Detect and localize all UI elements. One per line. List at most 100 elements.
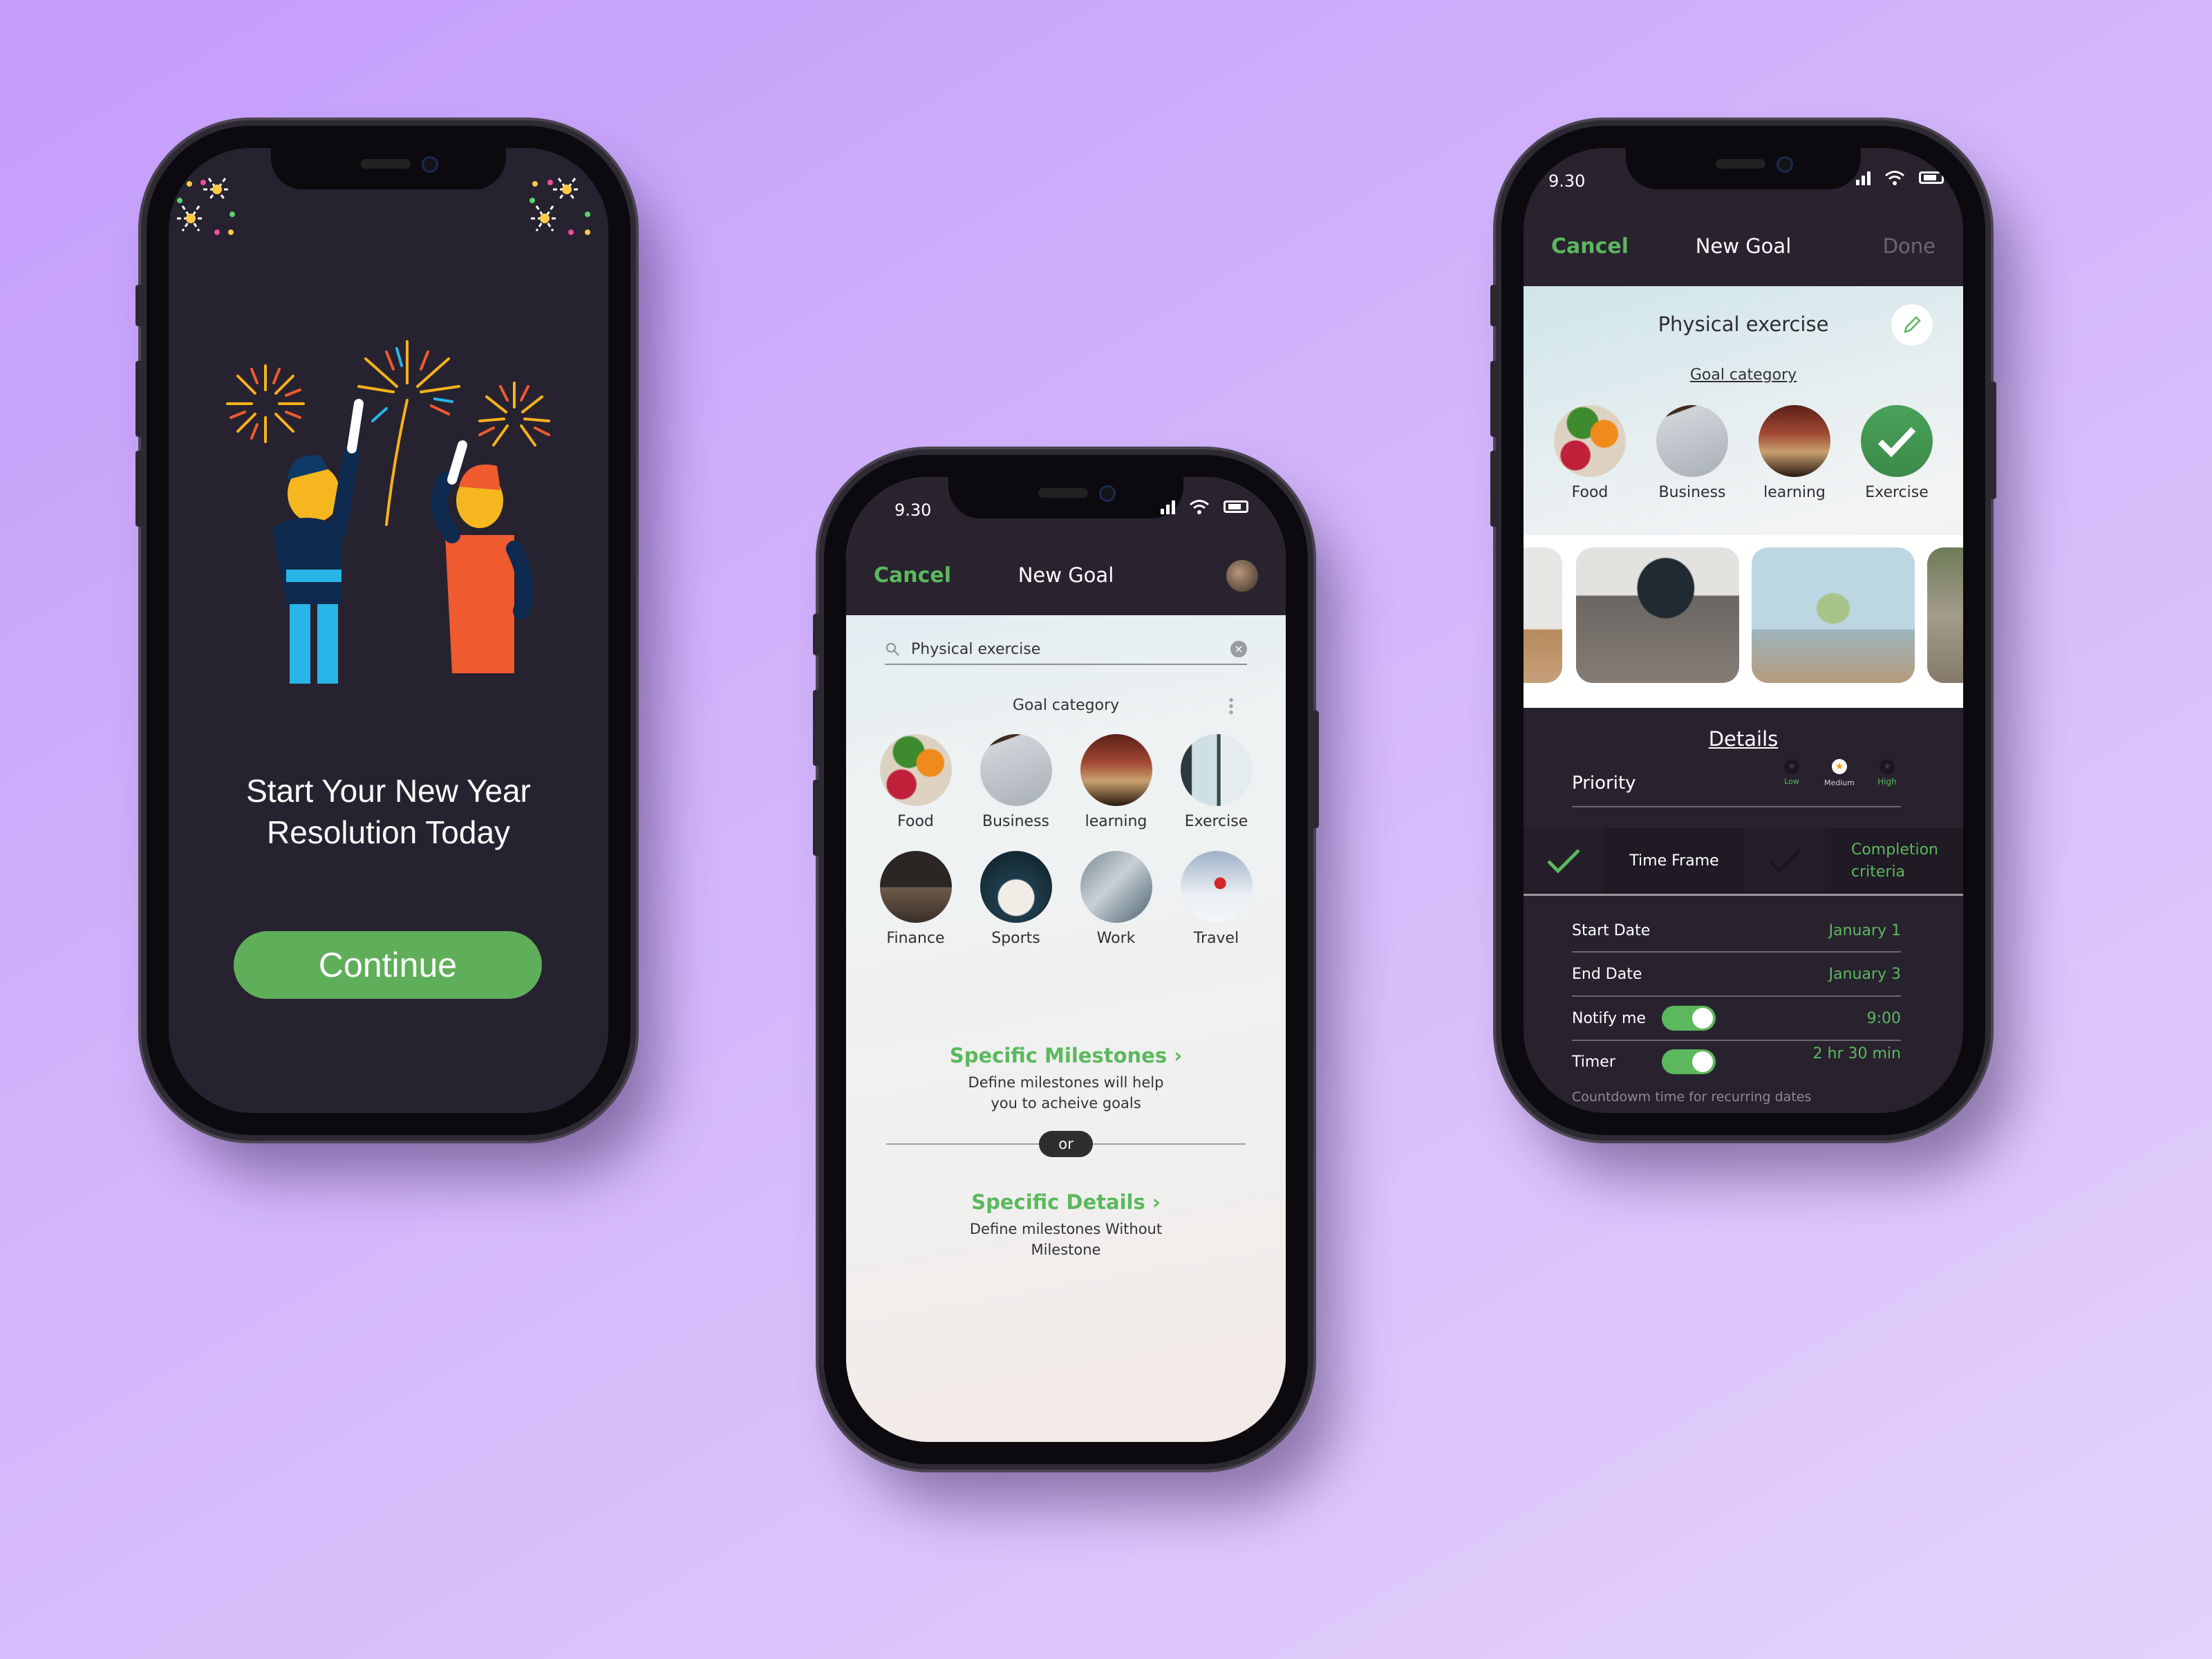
category-learning[interactable]: learning xyxy=(1743,405,1846,501)
category-label: Travel xyxy=(1193,930,1239,947)
category-label: learning xyxy=(1085,813,1147,830)
specific-details-desc-1: Define milestones Without xyxy=(969,1221,1163,1237)
priority-option-label: High xyxy=(1877,777,1897,787)
category-label: Business xyxy=(982,813,1049,830)
notify-time-value[interactable]: 9:00 xyxy=(1867,1010,1901,1027)
checkmark-icon xyxy=(1877,427,1916,458)
specific-milestones-desc-2: you to acheive goals xyxy=(991,1095,1141,1112)
start-date-row[interactable]: Start Date January 1 xyxy=(1572,910,1901,953)
category-exercise[interactable]: Exercise xyxy=(1166,734,1266,830)
learning-image xyxy=(1759,405,1830,477)
end-date-value[interactable]: January 3 xyxy=(1829,966,1901,983)
priority-high[interactable]: ★ High xyxy=(1873,759,1901,787)
category-learning[interactable]: learning xyxy=(1066,734,1166,830)
start-date-value[interactable]: January 1 xyxy=(1829,922,1901,939)
food-image xyxy=(1554,405,1626,477)
phone-side-button xyxy=(1988,382,1996,499)
star-icon: ★ xyxy=(1784,759,1799,774)
photo-gallery[interactable] xyxy=(1524,535,1963,708)
specific-details-option[interactable]: Specific Details › Define milestones Wit… xyxy=(846,1190,1286,1258)
more-options-icon[interactable] xyxy=(1229,697,1233,715)
finance-image xyxy=(879,851,952,923)
gallery-photo[interactable] xyxy=(1524,547,1562,683)
category-travel[interactable]: Travel xyxy=(1166,851,1266,947)
continue-button[interactable]: Continue xyxy=(234,931,542,999)
sparkles-left-icon xyxy=(177,178,235,235)
search-field[interactable]: Physical exercise × xyxy=(885,635,1247,665)
specific-milestones-option[interactable]: Specific Milestones › Define milestones … xyxy=(846,1044,1286,1112)
exercise-image xyxy=(1180,734,1253,806)
notch xyxy=(271,148,506,189)
specific-details-desc-2: Milestone xyxy=(1031,1241,1101,1258)
priority-medium-selected[interactable]: ★ Medium xyxy=(1821,759,1858,787)
phone-side-button xyxy=(135,361,144,437)
details-title: Details xyxy=(1708,727,1779,751)
category-exercise-selected[interactable]: Exercise xyxy=(1846,405,1948,501)
celebration-illustration xyxy=(226,340,550,684)
category-label: Exercise xyxy=(1865,484,1929,501)
category-label: Food xyxy=(897,813,934,830)
phone-side-button xyxy=(813,780,821,856)
timer-footnote: Countdowm time for recurring dates xyxy=(1572,1089,1812,1105)
learning-image xyxy=(1080,734,1152,806)
gallery-photo[interactable] xyxy=(1927,547,1963,683)
notify-toggle[interactable] xyxy=(1662,1006,1716,1031)
start-date-label: Start Date xyxy=(1572,921,1651,939)
category-grid: Food Business learning Exercise Finance … xyxy=(865,734,1266,947)
specific-details-title: Specific Details xyxy=(971,1190,1145,1214)
category-finance[interactable]: Finance xyxy=(865,851,966,947)
category-food[interactable]: Food xyxy=(1539,405,1641,501)
category-business[interactable]: Business xyxy=(1641,405,1743,501)
gallery-photo[interactable] xyxy=(1576,547,1739,683)
end-date-row[interactable]: End Date January 3 xyxy=(1572,953,1901,997)
specific-milestones-title: Specific Milestones xyxy=(949,1044,1168,1067)
category-sports[interactable]: Sports xyxy=(966,851,1066,947)
category-business[interactable]: Business xyxy=(966,734,1066,830)
headline: Start Your New Year Resolution Today xyxy=(169,770,608,853)
check-pending-icon xyxy=(1745,828,1825,894)
date-settings: Start Date January 1 End Date January 3 … xyxy=(1572,910,1901,1105)
timer-row: Timer 2 hr 30 min xyxy=(1572,1041,1901,1082)
phone-side-button xyxy=(813,690,821,766)
steps-bar: Time Frame Completion criteria xyxy=(1524,828,1963,896)
phone-side-button xyxy=(1311,711,1319,828)
phone-goal-details: 9.30 Cancel New Goal Done Physical exerc… xyxy=(1490,126,1996,1135)
headline-line-1: Start Your New Year xyxy=(246,773,531,809)
timer-toggle[interactable] xyxy=(1662,1049,1716,1074)
phone-side-button xyxy=(135,285,144,326)
priority-option-label: Medium xyxy=(1824,778,1855,787)
specific-milestones-desc-1: Define milestones will help xyxy=(968,1074,1164,1091)
priority-option-label: Low xyxy=(1784,777,1799,786)
category-label: Work xyxy=(1096,930,1136,947)
search-input[interactable]: Physical exercise xyxy=(911,641,1230,658)
priority-low[interactable]: ★ Low xyxy=(1778,759,1806,786)
goal-category-link[interactable]: Goal category xyxy=(1524,366,1963,384)
business-image xyxy=(1656,405,1728,477)
notify-row: Notify me 9:00 xyxy=(1572,997,1901,1041)
battery-icon xyxy=(1919,171,1944,184)
status-time: 9.30 xyxy=(894,500,932,520)
end-date-label: End Date xyxy=(1572,965,1642,983)
category-label: learning xyxy=(1763,484,1826,501)
step-completion-criteria[interactable]: Completion criteria xyxy=(1824,828,1963,894)
done-button[interactable]: Done xyxy=(1883,234,1936,258)
step-time-frame[interactable]: Time Frame xyxy=(1604,828,1745,894)
category-work[interactable]: Work xyxy=(1066,851,1166,947)
sparkles-right-icon xyxy=(529,178,590,235)
category-label: Exercise xyxy=(1184,813,1248,830)
phone-side-button xyxy=(135,451,144,527)
phone-side-button xyxy=(1490,361,1499,437)
timer-value[interactable]: 2 hr 30 min xyxy=(1813,1045,1901,1062)
goal-details-screen: 9.30 Cancel New Goal Done Physical exerc… xyxy=(1524,148,1963,1113)
profile-avatar[interactable] xyxy=(1226,560,1258,592)
category-food[interactable]: Food xyxy=(865,734,966,830)
search-icon xyxy=(886,643,899,656)
gallery-photo[interactable] xyxy=(1752,547,1915,683)
category-row: Food Business learning Exercise xyxy=(1539,405,1948,501)
chevron-right-icon: › xyxy=(1174,1044,1183,1067)
clear-search-icon[interactable]: × xyxy=(1230,641,1247,657)
priority-row: Priority ★ Low ★ Medium ★ High xyxy=(1572,756,1901,807)
edit-button[interactable] xyxy=(1891,304,1933,346)
signal-icon xyxy=(1856,170,1871,185)
check-done-icon xyxy=(1524,828,1604,894)
